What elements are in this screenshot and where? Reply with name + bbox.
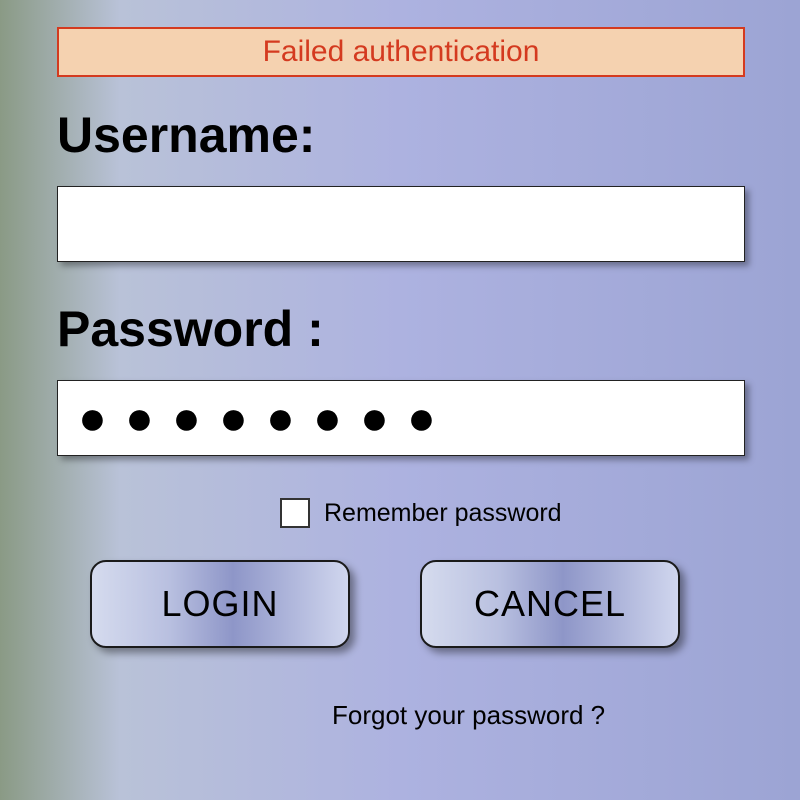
remember-row: Remember password (280, 498, 562, 528)
remember-label: Remember password (324, 499, 562, 528)
password-label: Password : (57, 300, 324, 358)
error-message: Failed authentication (263, 35, 540, 69)
forgot-password-link[interactable]: Forgot your password ? (332, 700, 605, 731)
remember-checkbox[interactable] (280, 498, 310, 528)
button-row: LOGIN CANCEL (90, 560, 680, 648)
error-banner: Failed authentication (57, 27, 745, 77)
username-label: Username: (57, 106, 315, 164)
username-input[interactable] (57, 186, 745, 262)
cancel-button[interactable]: CANCEL (420, 560, 680, 648)
login-button[interactable]: LOGIN (90, 560, 350, 648)
password-input[interactable]: ●●●●●●●● (57, 380, 745, 456)
